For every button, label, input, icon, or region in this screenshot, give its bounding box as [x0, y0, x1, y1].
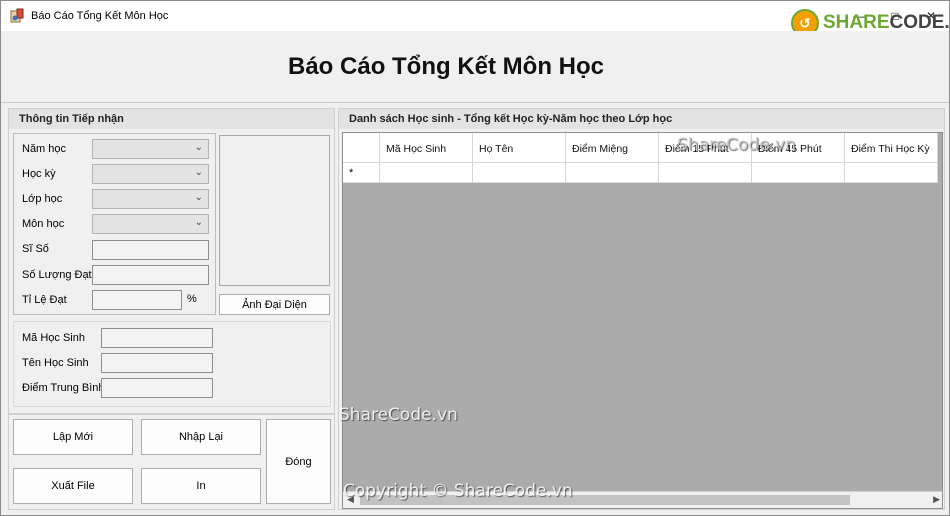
- ti-le-dat-label: Tỉ Lệ Đạt: [22, 294, 67, 306]
- ti-le-dat-field[interactable]: [92, 290, 182, 310]
- table-cell[interactable]: [752, 163, 845, 183]
- xuat-file-button[interactable]: Xuất File: [13, 468, 133, 504]
- watermark-copyright: Copyright © ShareCode.vn: [343, 481, 573, 501]
- so-luong-dat-field[interactable]: [92, 265, 209, 285]
- si-so-label: Sĩ Số: [22, 243, 49, 255]
- student-list-title: Danh sách Học sinh - Tổng kết Học kỳ-Năm…: [339, 109, 944, 129]
- chevron-down-icon: ⌄: [194, 142, 203, 153]
- dong-button[interactable]: Đóng: [266, 419, 331, 504]
- lop-hoc-select[interactable]: ⌄: [92, 189, 209, 209]
- diem-trung-binh-field[interactable]: [101, 378, 213, 398]
- photo-button[interactable]: Ảnh Đại Diện: [219, 294, 330, 315]
- scroll-right-icon[interactable]: ▶: [933, 494, 940, 505]
- mon-hoc-select[interactable]: ⌄: [92, 214, 209, 234]
- info-panel-title: Thông tin Tiếp nhận: [9, 109, 334, 129]
- table-cell[interactable]: [473, 163, 566, 183]
- new-row[interactable]: *: [343, 163, 938, 183]
- hoc-ky-select[interactable]: ⌄: [92, 164, 209, 184]
- table-cell[interactable]: [659, 163, 752, 183]
- row-header-corner: [343, 133, 380, 163]
- mon-hoc-label: Môn học: [22, 218, 65, 230]
- window-title: Báo Cáo Tổng Kết Môn Học: [31, 10, 169, 22]
- student-photo: [219, 135, 330, 286]
- page-title: Báo Cáo Tổng Kết Môn Học: [288, 53, 604, 80]
- hoc-ky-label: Học kỳ: [22, 168, 56, 180]
- table-cell[interactable]: [566, 163, 659, 183]
- column-header[interactable]: Mã Học Sinh: [380, 133, 473, 163]
- in-button[interactable]: In: [141, 468, 261, 504]
- watermark-header: ShareCode.vn: [677, 135, 796, 155]
- ma-hoc-sinh-field[interactable]: [101, 328, 213, 348]
- diem-trung-binh-label: Điểm Trung Bình: [22, 382, 105, 394]
- percent-sign: %: [187, 293, 197, 305]
- ten-hoc-sinh-label: Tên Học Sinh: [22, 357, 89, 369]
- si-so-field[interactable]: [92, 240, 209, 260]
- chevron-down-icon: ⌄: [194, 167, 203, 178]
- nam-hoc-label: Năm học: [22, 143, 67, 155]
- lap-moi-button[interactable]: Lập Mới: [13, 419, 133, 455]
- report-app-icon: [10, 8, 24, 23]
- chevron-down-icon: ⌄: [194, 192, 203, 203]
- table-cell[interactable]: [380, 163, 473, 183]
- column-header[interactable]: Điểm Thi Học Kỳ: [845, 133, 938, 163]
- lop-hoc-label: Lớp học: [22, 193, 63, 205]
- new-row-marker: *: [343, 163, 380, 183]
- chevron-down-icon: ⌄: [194, 217, 203, 228]
- grid-header-row: Mã Học Sinh Họ Tên Điểm Miệng Điểm 15 Ph…: [343, 133, 938, 163]
- nam-hoc-select[interactable]: ⌄: [92, 139, 209, 159]
- nhap-lai-button[interactable]: Nhập Lại: [141, 419, 261, 455]
- table-cell[interactable]: [845, 163, 938, 183]
- ten-hoc-sinh-field[interactable]: [101, 353, 213, 373]
- so-luong-dat-label: Số Lượng Đạt: [22, 269, 92, 281]
- column-header[interactable]: Họ Tên: [473, 133, 566, 163]
- app-window: Báo Cáo Tổng Kết Môn Học — □ ✕ ↺ SHARECO…: [0, 0, 950, 516]
- ma-hoc-sinh-label: Mã Học Sinh: [22, 332, 85, 344]
- student-grid[interactable]: Mã Học Sinh Họ Tên Điểm Miệng Điểm 15 Ph…: [342, 132, 943, 509]
- column-header[interactable]: Điểm Miệng: [566, 133, 659, 163]
- watermark-center: ShareCode.vn: [339, 405, 458, 425]
